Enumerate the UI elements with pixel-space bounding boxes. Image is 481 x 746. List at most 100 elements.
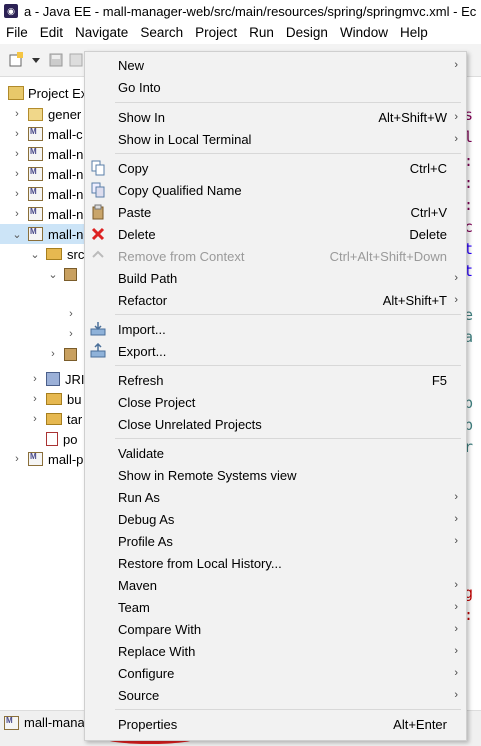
chevron-right-icon[interactable]: ›: [30, 373, 40, 385]
tree-item[interactable]: › tar: [0, 409, 90, 429]
tree-item-label: mall-c: [48, 126, 83, 142]
menu-item-label: Import...: [118, 321, 166, 337]
menu-item-copy-qualified-name[interactable]: Copy Qualified Name: [85, 179, 466, 201]
menu-run[interactable]: Run: [243, 25, 280, 40]
menu-item-refactor[interactable]: Refactor Alt+Shift+T ›: [85, 289, 466, 311]
menu-item-debug-as[interactable]: Debug As ›: [85, 508, 466, 530]
chevron-right-icon[interactable]: ›: [12, 453, 22, 465]
menu-item-properties[interactable]: Properties Alt+Enter: [85, 713, 466, 735]
menu-item-new[interactable]: New ›: [85, 54, 466, 76]
menu-edit[interactable]: Edit: [34, 25, 69, 40]
tree-item[interactable]: › mall-p: [0, 449, 90, 469]
menu-file[interactable]: File: [0, 25, 34, 40]
chevron-right-icon[interactable]: ›: [30, 413, 40, 425]
chevron-right-icon[interactable]: ›: [30, 393, 40, 405]
menu-project[interactable]: Project: [189, 25, 243, 40]
folder-icon: [46, 248, 62, 260]
title-bar: ◉ a - Java EE - mall-manager-web/src/mai…: [0, 0, 481, 22]
tree-item[interactable]: po: [0, 429, 90, 449]
remove-from-context-icon: [90, 248, 106, 264]
menu-item-close-unrelated-projects[interactable]: Close Unrelated Projects: [85, 413, 466, 435]
menu-item-label: Show In: [118, 109, 165, 125]
menu-item-run-as[interactable]: Run As ›: [85, 486, 466, 508]
tree-item[interactable]: ⌄: [0, 264, 90, 284]
chevron-down-icon[interactable]: ⌄: [12, 228, 22, 241]
chevron-right-icon[interactable]: ›: [12, 168, 22, 180]
menu-item-show-in-local-terminal[interactable]: Show in Local Terminal ›: [85, 128, 466, 150]
menu-item-show-in[interactable]: Show In Alt+Shift+W ›: [85, 106, 466, 128]
project-explorer-tab[interactable]: Project Ex: [0, 82, 85, 104]
tree-item-label: mall-n: [48, 146, 84, 162]
menu-item-label: Show in Remote Systems view: [118, 467, 297, 483]
tree-item[interactable]: › mall-n: [0, 144, 90, 164]
dropdown-arrow-icon[interactable]: [28, 52, 44, 68]
chevron-right-icon[interactable]: ›: [12, 188, 22, 200]
menu-navigate[interactable]: Navigate: [69, 25, 134, 40]
tree-item-label: bu: [67, 391, 82, 407]
tree-item[interactable]: › bu: [0, 389, 90, 409]
new-wizard-icon[interactable]: [8, 52, 24, 68]
tree-item[interactable]: ›: [0, 324, 90, 344]
menu-item-paste[interactable]: Paste Ctrl+V: [85, 201, 466, 223]
menu-search[interactable]: Search: [134, 25, 189, 40]
tree-item[interactable]: › gener: [0, 104, 90, 124]
folder-icon: [46, 393, 62, 405]
tree-item[interactable]: ›: [0, 304, 90, 324]
tree-item[interactable]: › mall-n: [0, 164, 90, 184]
menu-item-validate[interactable]: Validate: [85, 442, 466, 464]
tree-item-label: src: [67, 246, 85, 262]
menu-item-show-in-remote-systems-view[interactable]: Show in Remote Systems view: [85, 464, 466, 486]
tree-item[interactable]: › mall-n: [0, 204, 90, 224]
menu-item-profile-as[interactable]: Profile As ›: [85, 530, 466, 552]
chevron-right-icon[interactable]: ›: [12, 148, 22, 160]
menu-item-team[interactable]: Team ›: [85, 596, 466, 618]
menu-item-restore-from-local-history[interactable]: Restore from Local History...: [85, 552, 466, 574]
menu-item-label: Maven: [118, 577, 158, 593]
chevron-right-icon[interactable]: ›: [48, 348, 58, 360]
menu-item-replace-with[interactable]: Replace With ›: [85, 640, 466, 662]
chevron-right-icon[interactable]: ›: [12, 128, 22, 140]
menu-item-configure[interactable]: Configure ›: [85, 662, 466, 684]
menu-window[interactable]: Window: [334, 25, 394, 40]
menu-item-compare-with[interactable]: Compare With ›: [85, 618, 466, 640]
menu-design[interactable]: Design: [280, 25, 334, 40]
save-icon[interactable]: [48, 52, 64, 68]
menu-item-label: Refresh: [118, 372, 164, 388]
chevron-down-icon[interactable]: ⌄: [30, 248, 40, 261]
chevron-right-icon[interactable]: ›: [66, 328, 76, 340]
save-all-icon[interactable]: [68, 52, 84, 68]
menu-item-maven[interactable]: Maven ›: [85, 574, 466, 596]
tree-item[interactable]: ⌄ mall-n: [0, 224, 90, 244]
menu-item-refresh[interactable]: Refresh F5: [85, 369, 466, 391]
menu-item-export[interactable]: Export...: [85, 340, 466, 362]
tree-item-label: mall-n: [48, 206, 84, 222]
chevron-right-icon[interactable]: ›: [66, 308, 76, 320]
menu-item-close-project[interactable]: Close Project: [85, 391, 466, 413]
menu-item-import[interactable]: Import...: [85, 318, 466, 340]
menu-item-copy[interactable]: Copy Ctrl+C: [85, 157, 466, 179]
tree-item[interactable]: › JRI: [0, 369, 90, 389]
chevron-right-icon[interactable]: ›: [12, 208, 22, 220]
menu-item-label: Delete: [118, 226, 156, 242]
chevron-down-icon[interactable]: ⌄: [48, 268, 58, 281]
chevron-right-icon[interactable]: ›: [12, 108, 22, 120]
tree-item[interactable]: › mall-c: [0, 124, 90, 144]
tree-item[interactable]: ›: [0, 344, 90, 364]
menu-item-label: Validate: [118, 445, 165, 461]
tree-item[interactable]: › mall-n: [0, 184, 90, 204]
chevron-right-icon: ›: [454, 601, 458, 613]
menu-item-delete[interactable]: Delete Delete: [85, 223, 466, 245]
chevron-right-icon: ›: [454, 294, 458, 306]
tree-item[interactable]: ⌄ src: [0, 244, 90, 264]
menu-help[interactable]: Help: [394, 25, 434, 40]
chevron-right-icon: ›: [454, 59, 458, 71]
menu-item-shortcut: F5: [431, 372, 447, 388]
menu-item-go-into[interactable]: Go Into: [85, 76, 466, 98]
status-selection: mall-mana: [4, 715, 85, 730]
menu-item-source[interactable]: Source ›: [85, 684, 466, 706]
menu-item-build-path[interactable]: Build Path ›: [85, 267, 466, 289]
tree-item-label: mall-p: [48, 451, 84, 467]
chevron-right-icon: ›: [454, 491, 458, 503]
menu-item-label: Go Into: [118, 79, 161, 95]
menu-separator: [115, 438, 461, 439]
